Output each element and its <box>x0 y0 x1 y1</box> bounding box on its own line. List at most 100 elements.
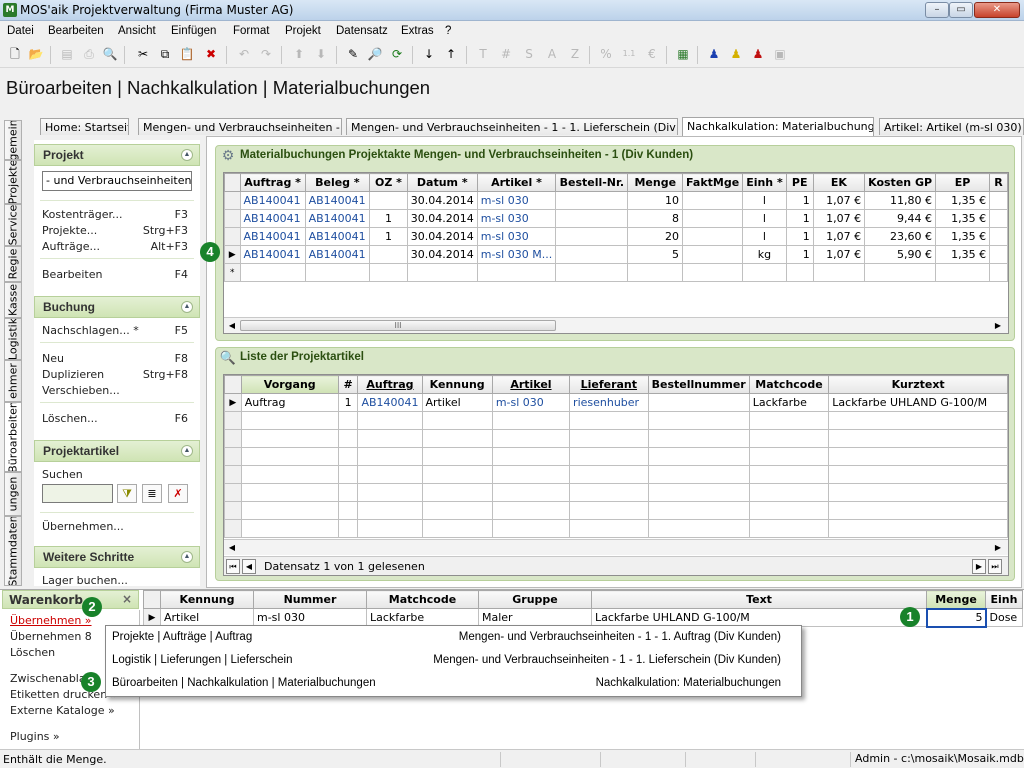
col-einh[interactable]: Einh <box>985 590 1023 609</box>
cell-nummer[interactable]: m-sl 030 <box>253 608 367 627</box>
col-nummer[interactable]: Nummer <box>253 590 367 609</box>
move-up-icon[interactable]: ⬆ <box>290 45 308 63</box>
col-auftrag[interactable]: Auftrag * <box>239 173 306 192</box>
col-menge[interactable]: Menge <box>926 590 986 609</box>
cell-artikel[interactable]: m-sl 030 <box>476 227 557 246</box>
cell-faktmge[interactable] <box>682 227 744 246</box>
redo-icon[interactable]: ↷ <box>257 45 275 63</box>
col-ep[interactable]: EP <box>935 173 991 192</box>
nav-lager-buchen[interactable]: Lager buchen... <box>42 574 128 586</box>
popup-item-lieferschein[interactable]: Logistik | Lieferungen | Lieferschein Me… <box>106 649 801 672</box>
cell-pe[interactable]: 1 <box>785 209 814 228</box>
print-icon[interactable]: ⎙ <box>80 45 98 63</box>
cell-kennung[interactable]: Artikel <box>421 393 493 412</box>
cell-r[interactable] <box>989 245 1008 264</box>
cell-kosten-gp[interactable]: 11,80 € <box>864 191 937 210</box>
table-row-current[interactable]: ▶ AB140041 AB140041 30.04.2014 m-sl 030 … <box>224 245 1008 264</box>
refresh-icon[interactable]: ⟳ <box>388 45 406 63</box>
col-auftrag[interactable]: Auftrag <box>357 375 423 394</box>
copy-icon[interactable]: ⧉ <box>156 45 174 63</box>
open-folder-icon[interactable]: 📂 <box>27 45 45 63</box>
nav-verschieben[interactable]: Verschieben... <box>42 384 120 397</box>
format-s-button[interactable]: S <box>520 45 538 63</box>
new-document-icon[interactable]: 🗋 <box>6 45 24 63</box>
cell-auftrag[interactable]: AB140041 <box>239 245 306 264</box>
vtab-buchungen[interactable]: ungen <box>4 472 22 516</box>
warenkorb-loeschen[interactable]: Löschen <box>10 646 55 659</box>
filter-icon[interactable]: ⧩ <box>117 484 137 503</box>
menu-ansicht[interactable]: Ansicht <box>118 25 156 37</box>
first-record-icon[interactable]: ⏮ <box>226 559 240 574</box>
vtab-regie[interactable]: Regie <box>4 246 22 282</box>
cell-kennung[interactable]: Artikel <box>160 608 254 627</box>
cell-gruppe[interactable]: Maler <box>478 608 592 627</box>
cell-menge[interactable]: 10 <box>627 191 684 210</box>
cell-ep[interactable]: 1,35 € <box>935 227 991 246</box>
cell-oz[interactable] <box>369 245 408 264</box>
cell-nr[interactable]: 1 <box>337 393 359 412</box>
cell-bestell-nr[interactable] <box>555 245 629 264</box>
vtab-stammdaten[interactable]: Stammdaten <box>4 516 22 586</box>
popup-item-materialbuchungen[interactable]: Büroarbeiten | Nachkalkulation | Materia… <box>106 672 801 695</box>
cell-bestell-nr[interactable] <box>555 191 629 210</box>
vtab-projekte[interactable]: Projekte <box>4 160 22 204</box>
cell-kosten-gp[interactable]: 5,90 € <box>864 245 937 264</box>
section-weitere-schritte[interactable]: Weitere Schritte ▲ <box>34 546 200 568</box>
col-matchcode[interactable]: Matchcode <box>748 375 830 394</box>
sort-ascending-icon[interactable]: ↓ <box>420 45 438 63</box>
cell-ek[interactable]: 1,07 € <box>812 191 866 210</box>
col-datum[interactable]: Datum * <box>406 173 478 192</box>
menu-projekt[interactable]: Projekt <box>285 25 321 37</box>
col-matchcode[interactable]: Matchcode <box>366 590 479 609</box>
cell-r[interactable] <box>989 191 1008 210</box>
next-record-icon[interactable]: ▶ <box>972 559 986 574</box>
cell-ek[interactable]: 1,07 € <box>812 245 866 264</box>
menu-bearbeiten[interactable]: Bearbeiten <box>48 25 104 37</box>
nav-neu[interactable]: Neu <box>42 352 64 365</box>
cell-kosten-gp[interactable]: 9,44 € <box>864 209 937 228</box>
nav-uebernehmen[interactable]: Übernehmen... <box>42 520 124 533</box>
col-kurztext[interactable]: Kurztext <box>828 375 1008 394</box>
table-row[interactable]: AB140041 AB140041 1 30.04.2014 m-sl 030 … <box>224 227 1008 246</box>
format-z-button[interactable]: Z <box>566 45 584 63</box>
collapse-icon[interactable]: ▲ <box>181 445 193 457</box>
cell-datum[interactable]: 30.04.2014 <box>406 227 478 246</box>
section-projektartikel[interactable]: Projektartikel ▲ <box>34 440 200 462</box>
sort-descending-icon[interactable]: ↑ <box>442 45 460 63</box>
cell-oz[interactable]: 1 <box>369 209 408 228</box>
cell-ep[interactable]: 1,35 € <box>935 191 991 210</box>
minimize-button[interactable]: – <box>925 2 949 18</box>
col-menge[interactable]: Menge <box>627 173 684 192</box>
menu-format[interactable]: Format <box>233 25 269 37</box>
warenkorb-uebernehmen[interactable]: Übernehmen » <box>10 614 92 627</box>
table-row[interactable]: AB140041 AB140041 1 30.04.2014 m-sl 030 … <box>224 209 1008 228</box>
horizontal-scrollbar[interactable]: ◀ ▶ <box>224 539 1008 555</box>
nav-projekte[interactable]: Projekte... <box>42 224 97 237</box>
horizontal-scrollbar[interactable]: ◀ III ▶ <box>224 317 1008 333</box>
vtab-unternehmer[interactable]: ehmer <box>4 360 22 402</box>
col-artikel[interactable]: Artikel * <box>476 173 557 192</box>
col-bestell-nr[interactable]: Bestell-Nr. <box>555 173 629 192</box>
col-kosten-gp[interactable]: Kosten GP <box>864 173 937 192</box>
table-row[interactable]: AB140041 AB140041 30.04.2014 m-sl 030 10… <box>224 191 1008 210</box>
cell-bestellnummer[interactable] <box>647 393 750 412</box>
menu-datei[interactable]: Datei <box>7 25 34 37</box>
cell-beleg[interactable]: AB140041 <box>304 209 371 228</box>
current-row-arrow-icon[interactable]: ▶ <box>224 393 242 412</box>
cut-icon[interactable]: ✂ <box>134 45 152 63</box>
cell-auftrag[interactable]: AB140041 <box>239 227 306 246</box>
maximize-button[interactable]: ▭ <box>949 2 973 18</box>
tab-mengen-1[interactable]: Mengen- und Verbrauchseinheiten - 1 - 1 <box>138 118 342 135</box>
col-oz[interactable]: OZ * <box>369 173 408 192</box>
cell-ep[interactable]: 1,35 € <box>935 245 991 264</box>
cell-einh[interactable]: l <box>742 191 787 210</box>
cell-kurztext[interactable]: Lackfarbe UHLAND G-100/M <box>828 393 1008 412</box>
cell-datum[interactable]: 30.04.2014 <box>406 209 478 228</box>
cell-ep[interactable]: 1,35 € <box>935 209 991 228</box>
cell-beleg[interactable]: AB140041 <box>304 191 371 210</box>
cell-einh[interactable]: kg <box>742 245 787 264</box>
scroll-right-icon[interactable]: ▶ <box>992 541 1004 554</box>
new-row[interactable]: * <box>224 263 1008 282</box>
menu-datensatz[interactable]: Datensatz <box>336 25 388 37</box>
cell-text[interactable]: Lackfarbe UHLAND G-100/M <box>591 608 927 627</box>
